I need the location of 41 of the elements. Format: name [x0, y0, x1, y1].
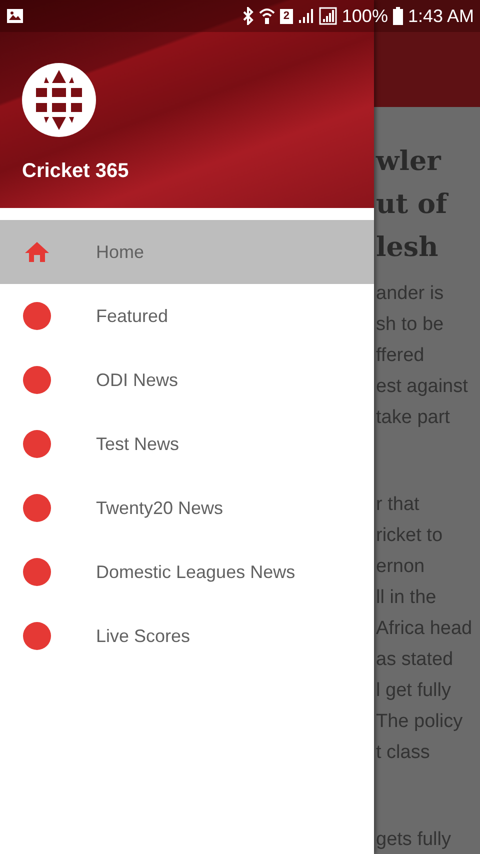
article-text: r that — [376, 493, 420, 517]
menu-item[interactable]: Featured — [0, 284, 374, 348]
article-text: ander is — [376, 282, 445, 306]
dot-icon — [23, 302, 51, 330]
article-text: ernon — [376, 555, 426, 579]
article-text: ricket to — [376, 524, 444, 548]
article-text: est against — [376, 375, 469, 399]
globe-icon — [22, 63, 96, 137]
dot-icon — [23, 494, 51, 522]
article-text: t class — [376, 741, 431, 765]
article-text: ffered — [376, 344, 426, 368]
bluetooth-icon — [242, 7, 254, 25]
article-text: ll in the — [376, 586, 438, 610]
battery-percent: 100% — [342, 6, 388, 26]
clock: 1:43 AM — [408, 6, 474, 26]
menu-item[interactable]: Twenty20 News — [0, 476, 374, 540]
dot-icon — [23, 622, 51, 650]
article-text: Africa head — [376, 617, 474, 641]
article-title: lesh — [376, 231, 440, 265]
article-text: as stated — [376, 648, 454, 672]
menu-item[interactable]: ODI News — [0, 348, 374, 412]
signal-icon — [318, 7, 337, 25]
menu-item[interactable]: Test News — [0, 412, 374, 476]
menu-item[interactable]: Live Scores — [0, 604, 374, 668]
home-icon — [24, 241, 50, 263]
wifi-icon — [258, 7, 275, 25]
app-title: Cricket 365 — [22, 160, 130, 183]
battery-icon — [392, 7, 403, 25]
menu-item[interactable]: Home — [0, 220, 374, 284]
dot-icon — [23, 366, 51, 394]
dot-icon — [23, 558, 51, 586]
article-text: sh to be — [376, 313, 445, 337]
image-icon — [6, 8, 24, 24]
article-text: gets fully — [376, 828, 452, 852]
article-title: wler — [376, 145, 442, 179]
menu-item[interactable]: Domestic Leagues News — [0, 540, 374, 604]
article-text: take part — [376, 406, 451, 430]
dot-icon — [23, 430, 51, 458]
article-title: ut of — [376, 188, 450, 222]
signal-icon — [298, 8, 314, 24]
article-text: The policy — [376, 710, 464, 734]
